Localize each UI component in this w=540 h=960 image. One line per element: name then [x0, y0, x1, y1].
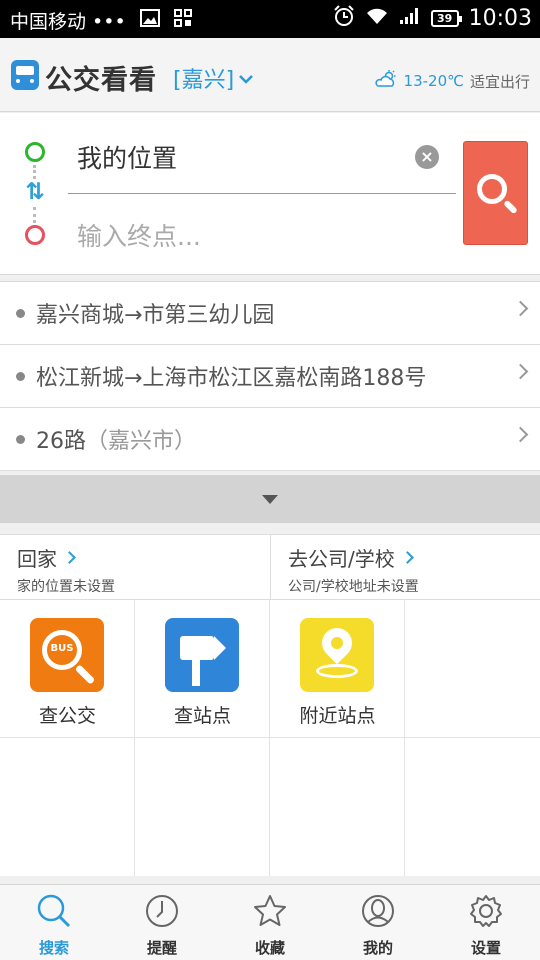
go-work-shortcut[interactable]: 去公司/学校 公司/学校地址未设置 [270, 535, 540, 601]
chevron-right-icon [512, 426, 529, 443]
signal-icon [399, 7, 421, 30]
tab-label: 收藏 [254, 939, 285, 957]
feature-grid: BUS 查公交 查站点 附近站点 [0, 600, 540, 876]
search-icon [37, 894, 71, 928]
bus-search-icon: BUS [30, 618, 104, 692]
alarm-icon [333, 5, 355, 32]
go-home-shortcut[interactable]: 回家 家的位置未设置 [0, 535, 270, 601]
app-header: 公交看看 [嘉兴] 13-20℃ 适宜出行 [0, 38, 540, 112]
go-home-desc: 家的位置未设置 [17, 579, 115, 595]
chevron-right-icon [512, 300, 529, 317]
bullet-icon [16, 371, 25, 381]
tile-label: 附近站点 [299, 705, 376, 727]
route-dotted-line [33, 207, 36, 223]
go-home-title: 回家 [17, 547, 57, 571]
empty-tile [0, 738, 135, 876]
wifi-icon [365, 7, 389, 30]
app-title: 公交看看 [45, 65, 157, 96]
temperature-label: 13-20℃ [403, 72, 464, 90]
shortcut-row: 回家 家的位置未设置 去公司/学校 公司/学校地址未设置 [0, 534, 540, 601]
expand-history-button[interactable] [0, 475, 540, 523]
history-text: 松江新城→上海市松江区嘉松南路188号 [36, 366, 427, 391]
status-bar: 中国移动 ••• 39 10:03 [0, 0, 540, 38]
carrier-label: 中国移动 ••• [10, 11, 126, 33]
bullet-icon [16, 434, 25, 444]
end-point-icon [25, 225, 45, 245]
bullet-icon [16, 308, 25, 318]
chevron-right-icon [400, 551, 414, 564]
tab-label: 设置 [470, 939, 501, 957]
start-point-icon [25, 142, 45, 162]
empty-tile [270, 738, 405, 876]
empty-tile [405, 738, 540, 876]
user-icon [362, 895, 394, 927]
go-work-title: 去公司/学校 [288, 547, 395, 571]
search-history-list: 嘉兴商城→市第三幼儿园 松江新城→上海市松江区嘉松南路188号 26路（嘉兴市） [0, 281, 540, 471]
tile-label: 查站点 [173, 705, 231, 727]
bus-logo-icon [11, 60, 39, 90]
tab-label: 搜索 [38, 939, 69, 957]
bottom-tab-bar: 搜索 提醒 收藏 我的 设置 [0, 884, 540, 960]
tab-favorites[interactable]: 收藏 [216, 885, 324, 960]
city-label: [嘉兴] [173, 68, 235, 93]
tab-mine[interactable]: 我的 [324, 885, 432, 960]
history-item[interactable]: 26路（嘉兴市） [0, 408, 540, 471]
chevron-down-icon [238, 66, 254, 91]
clock-time: 10:03 [468, 6, 532, 31]
gear-icon [470, 895, 502, 927]
field-divider [68, 193, 456, 194]
empty-tile [135, 738, 270, 876]
star-icon [254, 895, 286, 926]
tab-search[interactable]: 搜索 [0, 885, 108, 960]
query-stop-tile[interactable]: 查站点 [135, 600, 270, 738]
history-city: （嘉兴市） [86, 429, 197, 454]
signpost-icon [165, 618, 239, 692]
history-item[interactable]: 嘉兴商城→市第三幼儿园 [0, 282, 540, 345]
caret-down-icon [262, 495, 278, 504]
weather-tip: 适宜出行 [469, 72, 530, 91]
weather-info: 13-20℃ 适宜出行 [374, 70, 530, 92]
gallery-notification-icon [139, 9, 160, 32]
city-selector[interactable]: [嘉兴] [173, 62, 254, 94]
go-work-desc: 公司/学校地址未设置 [288, 579, 419, 595]
history-route: 26路 [36, 429, 86, 454]
tab-reminder[interactable]: 提醒 [108, 885, 216, 960]
chevron-right-icon [512, 363, 529, 380]
tab-label: 提醒 [146, 939, 177, 957]
query-bus-tile[interactable]: BUS 查公交 [0, 600, 135, 738]
tile-label: 查公交 [38, 705, 96, 727]
tab-settings[interactable]: 设置 [432, 885, 540, 960]
chevron-right-icon [63, 551, 76, 564]
cloud-sun-icon [374, 70, 398, 92]
route-dotted-line [33, 165, 36, 179]
history-text: 26路（嘉兴市） [36, 423, 196, 455]
tab-label: 我的 [362, 939, 393, 957]
destination-input[interactable]: 输入终点... [77, 217, 201, 253]
swap-icon[interactable]: ⇅ [22, 179, 48, 205]
clock-icon [146, 895, 178, 927]
app-grid-notification-icon [173, 9, 192, 32]
clear-icon[interactable]: × [415, 145, 439, 169]
history-item[interactable]: 松江新城→上海市松江区嘉松南路188号 [0, 345, 540, 408]
empty-tile [405, 600, 540, 738]
location-pin-icon [300, 618, 374, 692]
search-icon [477, 174, 507, 204]
nearby-stops-tile[interactable]: 附近站点 [270, 600, 405, 738]
history-text: 嘉兴商城→市第三幼儿园 [36, 303, 275, 328]
battery-icon: 39 [430, 10, 462, 27]
start-location-input[interactable]: 我的位置 [77, 139, 177, 175]
search-button[interactable] [463, 141, 528, 245]
route-search-panel: ⇅ 我的位置 × 输入终点... [0, 113, 540, 275]
